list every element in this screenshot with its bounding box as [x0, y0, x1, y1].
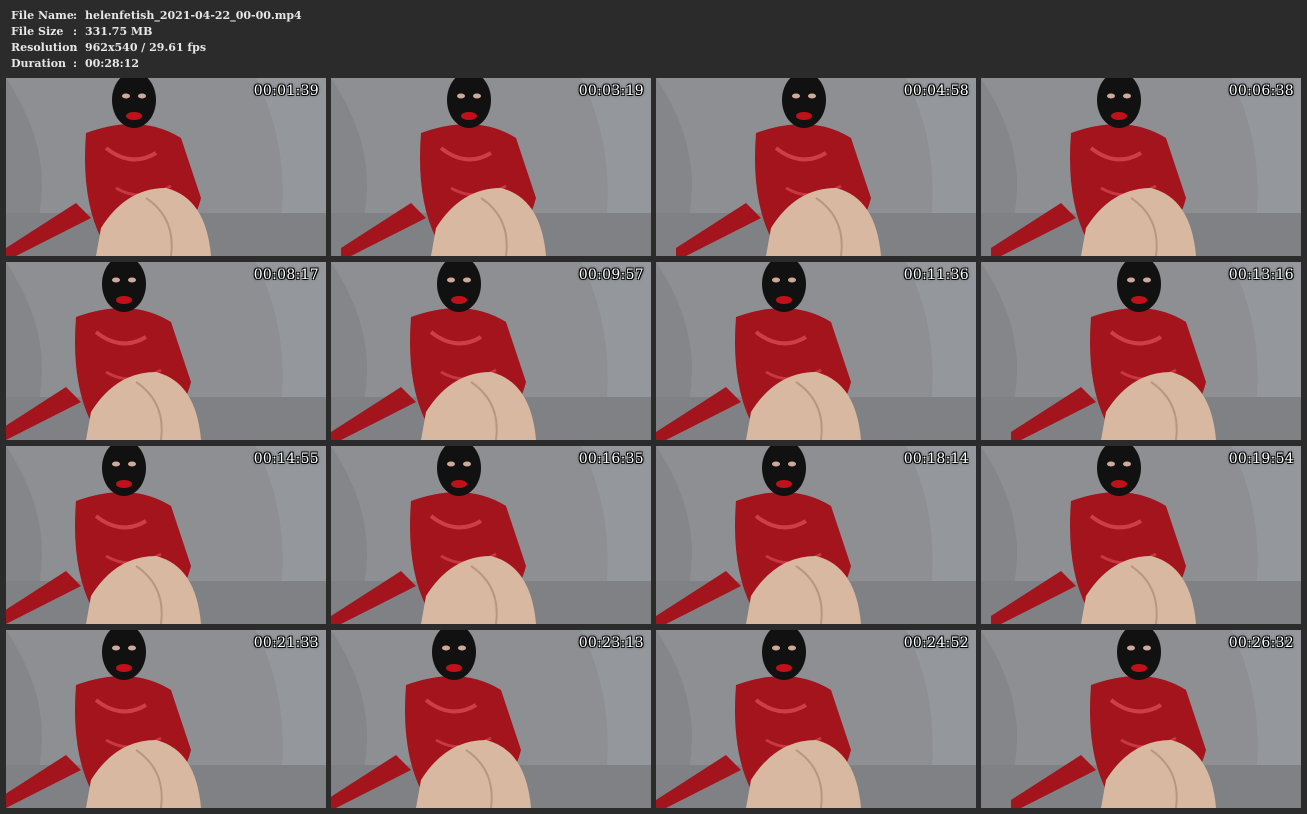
thumbnail-image	[6, 78, 326, 256]
thumbnail-image	[981, 262, 1301, 440]
thumbnail-image	[981, 446, 1301, 624]
duration-value: 00:28:12	[85, 57, 140, 70]
video-thumbnail[interactable]: 00:16:35	[331, 446, 651, 624]
thumbnail-image	[331, 630, 651, 808]
thumbnail-image	[6, 262, 326, 440]
thumbnail-timestamp: 00:09:57	[578, 267, 644, 283]
thumbnail-timestamp: 00:26:32	[1228, 635, 1294, 651]
thumbnail-image	[656, 630, 976, 808]
thumbnail-image	[6, 446, 326, 624]
thumbnail-image	[331, 262, 651, 440]
video-thumbnail[interactable]: 00:21:33	[6, 630, 326, 808]
thumbnail-image	[656, 262, 976, 440]
file-info-panel: File Name : helenfetish_2021-04-22_00-00…	[11, 8, 302, 72]
separator: :	[73, 57, 78, 70]
video-thumbnail[interactable]: 00:26:32	[981, 630, 1301, 808]
separator: :	[73, 25, 78, 38]
duration-label: Duration	[11, 57, 67, 70]
thumbnail-timestamp: 00:23:13	[578, 635, 644, 651]
thumbnail-timestamp: 00:14:55	[253, 451, 319, 467]
thumbnail-timestamp: 00:19:54	[1228, 451, 1294, 467]
thumbnail-timestamp: 00:03:19	[578, 83, 644, 99]
video-thumbnail[interactable]: 00:14:55	[6, 446, 326, 624]
duration-row: Duration : 00:28:12	[11, 56, 302, 72]
resolution-row: Resolution : 962x540 / 29.61 fps	[11, 40, 302, 56]
video-thumbnail[interactable]: 00:03:19	[331, 78, 651, 256]
video-thumbnail[interactable]: 00:24:52	[656, 630, 976, 808]
thumbnail-timestamp: 00:21:33	[253, 635, 319, 651]
resolution-value: 962x540 / 29.61 fps	[85, 41, 207, 54]
file-name-row: File Name : helenfetish_2021-04-22_00-00…	[11, 8, 302, 24]
video-thumbnail[interactable]: 00:06:38	[981, 78, 1301, 256]
thumbnail-image	[981, 78, 1301, 256]
video-thumbnail[interactable]: 00:23:13	[331, 630, 651, 808]
thumbnail-image	[981, 630, 1301, 808]
thumbnail-image	[331, 446, 651, 624]
thumbnail-timestamp: 00:18:14	[903, 451, 969, 467]
thumbnail-timestamp: 00:11:36	[903, 267, 969, 283]
thumbnail-timestamp: 00:06:38	[1228, 83, 1294, 99]
thumbnail-timestamp: 00:24:52	[903, 635, 969, 651]
thumbnail-timestamp: 00:13:16	[1228, 267, 1294, 283]
file-name-label: File Name	[11, 9, 74, 22]
thumbnail-image	[656, 446, 976, 624]
file-size-value: 331.75 MB	[85, 25, 153, 38]
separator: :	[73, 41, 78, 54]
video-thumbnail[interactable]: 00:19:54	[981, 446, 1301, 624]
video-thumbnail[interactable]: 00:09:57	[331, 262, 651, 440]
thumbnail-grid: 00:01:39 00:03:19 00:04:58 00:06:38 00:08:17…	[6, 78, 1303, 808]
video-thumbnail[interactable]: 00:04:58	[656, 78, 976, 256]
file-name-value: helenfetish_2021-04-22_00-00.mp4	[85, 9, 302, 22]
thumbnail-image	[656, 78, 976, 256]
thumbnail-timestamp: 00:08:17	[253, 267, 319, 283]
thumbnail-timestamp: 00:16:35	[578, 451, 644, 467]
video-thumbnail[interactable]: 00:08:17	[6, 262, 326, 440]
thumbnail-image	[6, 630, 326, 808]
thumbnail-timestamp: 00:01:39	[253, 83, 319, 99]
thumbnail-image	[331, 78, 651, 256]
file-size-label: File Size	[11, 25, 64, 38]
video-thumbnail[interactable]: 00:11:36	[656, 262, 976, 440]
file-size-row: File Size : 331.75 MB	[11, 24, 302, 40]
video-thumbnail[interactable]: 00:01:39	[6, 78, 326, 256]
resolution-label: Resolution	[11, 41, 78, 54]
video-thumbnail[interactable]: 00:18:14	[656, 446, 976, 624]
separator: :	[73, 9, 78, 22]
video-thumbnail[interactable]: 00:13:16	[981, 262, 1301, 440]
thumbnail-timestamp: 00:04:58	[903, 83, 969, 99]
